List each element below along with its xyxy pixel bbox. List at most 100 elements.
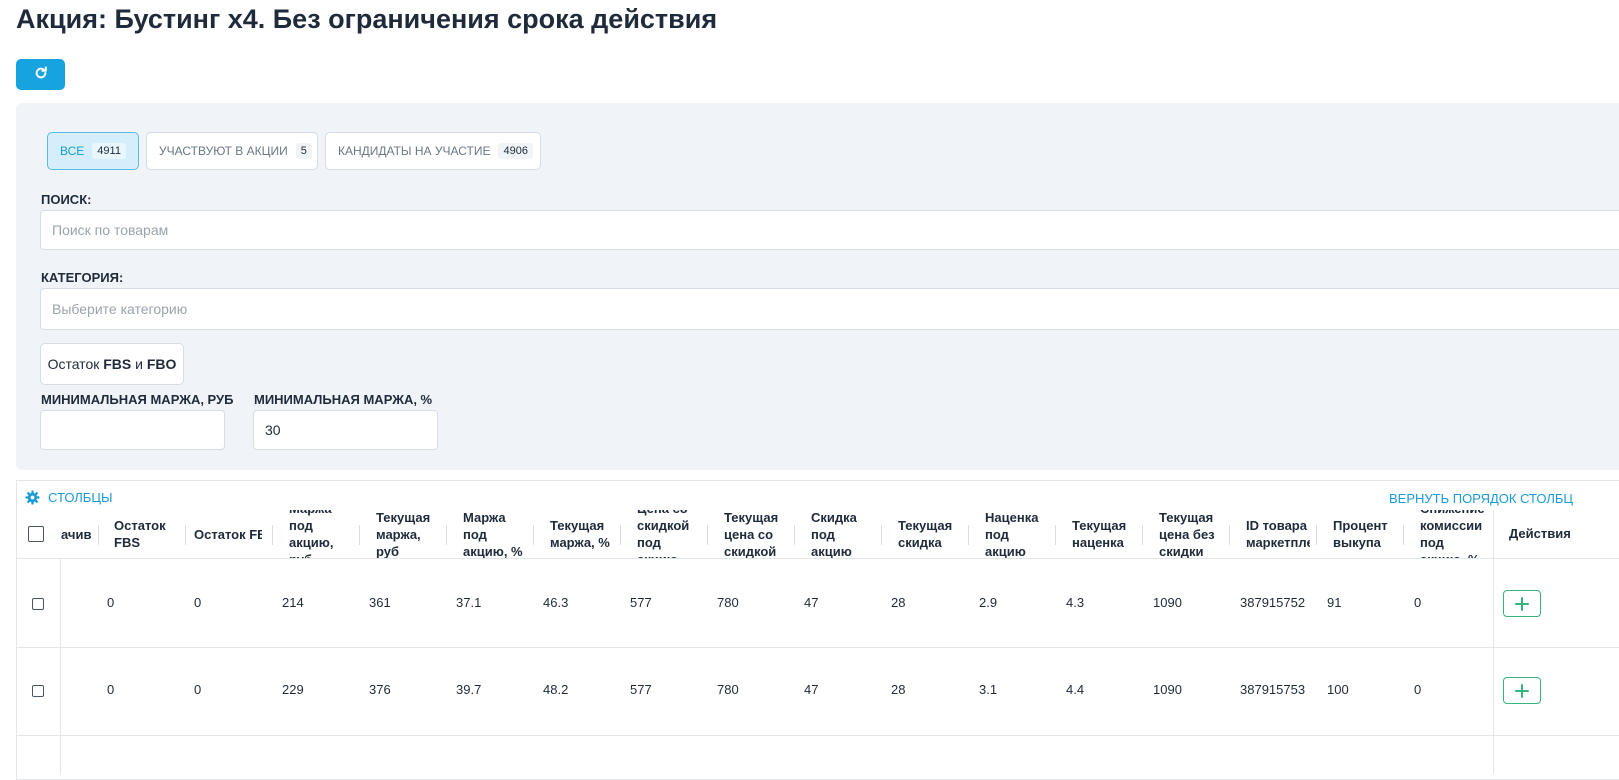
column-header[interactable]: Процент выкупа <box>1333 510 1397 558</box>
column-divider <box>272 525 273 545</box>
min-margin-pct-input[interactable]: 30 <box>253 410 438 450</box>
column-border <box>60 559 61 774</box>
column-header-label: ID товара маркетпле <box>1246 518 1310 550</box>
column-header[interactable]: Текущая маржа, % <box>550 510 614 558</box>
column-divider <box>98 525 99 545</box>
min-margin-rub-label: МИНИМАЛЬНАЯ МАРЖА, РУБ <box>41 392 234 407</box>
search-input[interactable]: Поиск по товарам <box>40 210 1619 250</box>
restore-column-order-link[interactable]: ВЕРНУТЬ ПОРЯДОК СТОЛБЦ <box>1389 491 1573 506</box>
column-header[interactable]: Скидка под акцию <box>811 510 875 558</box>
row-divider <box>17 647 1619 648</box>
table-cell: 28 <box>891 682 906 697</box>
column-header-label: Скидка под акцию <box>811 510 857 558</box>
tab-candidates[interactable]: КАНДИДАТЫ НА УЧАСТИЕ 4906 <box>325 132 541 170</box>
table-cell: 2.9 <box>979 595 998 610</box>
column-divider <box>1403 525 1404 545</box>
table-cell: 4.4 <box>1066 682 1085 697</box>
category-select[interactable]: Выберите категорию <box>40 288 1619 330</box>
column-header-label: Маржа под акцию, руб <box>289 510 334 558</box>
column-divider <box>707 525 708 545</box>
table-cell: 37.1 <box>456 595 482 610</box>
column-divider <box>881 525 882 545</box>
column-header[interactable]: Цена со скидкой под акцию <box>637 510 701 558</box>
plus-icon <box>1515 596 1529 611</box>
table-cell: 4.3 <box>1066 595 1085 610</box>
table-cell: 387915752 <box>1240 595 1306 610</box>
row-checkbox[interactable] <box>32 598 44 610</box>
stock-and: и <box>131 356 147 372</box>
table-cell: 1090 <box>1153 682 1182 697</box>
column-header-label: Цена со скидкой под акцию <box>637 510 690 558</box>
table-cell: 229 <box>282 682 304 697</box>
tab-label: УЧАСТВУЮТ В АКЦИИ <box>159 144 288 158</box>
row-divider <box>17 735 1619 736</box>
column-header[interactable]: Маржа под акцию, % <box>463 510 527 558</box>
column-header-label: Процент выкупа <box>1333 518 1388 550</box>
column-header[interactable]: Остаток FBS <box>114 510 178 558</box>
column-header-label: Текущая скидка <box>898 518 953 550</box>
column-header-label: Текущая цена без скидки <box>1159 510 1215 558</box>
table-cell: 387915753 <box>1240 682 1306 697</box>
row-checkbox[interactable] <box>32 685 44 697</box>
columns-settings-link[interactable]: СТОЛБЦЫ <box>25 490 112 505</box>
column-divider <box>968 525 969 545</box>
table-cell: 0 <box>194 595 202 610</box>
column-header[interactable]: Маржа под акцию, руб <box>289 510 353 558</box>
column-header-label: Текущая наценка <box>1072 518 1127 550</box>
column-header[interactable]: ачив <box>61 510 97 558</box>
tab-participating[interactable]: УЧАСТВУЮТ В АКЦИИ 5 <box>146 132 318 170</box>
table-cell: 577 <box>630 682 652 697</box>
min-margin-pct-label: МИНИМАЛЬНАЯ МАРЖА, % <box>254 392 433 407</box>
column-header[interactable]: Снижение комиссии под акцию, % <box>1420 510 1484 558</box>
table-cell: 0 <box>107 595 115 610</box>
column-divider <box>446 525 447 545</box>
column-divider <box>1229 525 1230 545</box>
column-header-label: Текущая маржа, % <box>550 518 610 550</box>
column-divider <box>1316 525 1317 545</box>
table-cell: 46.3 <box>543 595 569 610</box>
column-header[interactable]: Текущая цена без скидки <box>1159 510 1223 558</box>
add-to-promo-button[interactable] <box>1503 677 1541 704</box>
stock-fbs-fbo-button[interactable]: Остаток FBS и FBO <box>40 343 184 385</box>
refresh-button[interactable] <box>16 59 65 90</box>
row-divider <box>17 558 1619 559</box>
column-header-label: Остаток FBS <box>114 518 166 550</box>
table-cell: 0 <box>194 682 202 697</box>
table-cell: 1090 <box>1153 595 1182 610</box>
column-header[interactable]: Наценка под акцию <box>985 510 1049 558</box>
tab-all[interactable]: ВСЕ 4911 <box>47 132 139 170</box>
page-title: Акция: Бустинг x4. Без ограничения срока… <box>16 4 718 34</box>
column-header[interactable]: Текущая цена со скидкой <box>724 510 788 558</box>
column-header[interactable]: Текущая маржа, руб <box>376 510 440 558</box>
table-cell: 214 <box>282 595 304 610</box>
column-header[interactable]: ID товара маркетпле <box>1246 510 1310 558</box>
columns-link-label: СТОЛБЦЫ <box>48 490 113 505</box>
search-label: ПОИСК: <box>41 192 92 207</box>
column-header[interactable]: Остаток FB <box>194 510 262 558</box>
tab-count: 4911 <box>92 143 126 159</box>
column-header[interactable]: Текущая наценка <box>1072 510 1136 558</box>
column-divider <box>1142 525 1143 545</box>
column-divider <box>1055 525 1056 545</box>
table-cell: 39.7 <box>456 682 482 697</box>
add-to-promo-button[interactable] <box>1503 590 1541 617</box>
column-header[interactable]: Текущая скидка <box>898 510 962 558</box>
gear-icon <box>25 490 40 505</box>
actions-header: Действия <box>1509 526 1571 541</box>
stock-fbs: FBS <box>103 356 132 372</box>
tab-label: ВСЕ <box>60 144 85 158</box>
select-all-checkbox[interactable] <box>28 526 44 542</box>
column-header-label: ачив <box>61 526 92 542</box>
category-placeholder: Выберите категорию <box>52 301 188 317</box>
column-header-label: Текущая маржа, руб <box>376 510 431 558</box>
column-header-label: Остаток FB <box>194 526 262 542</box>
column-header-label: Наценка под акцию <box>985 510 1039 558</box>
column-divider <box>359 525 360 545</box>
column-divider <box>185 525 186 545</box>
column-header-label: Текущая цена со скидкой <box>724 510 779 558</box>
min-margin-rub-input[interactable] <box>40 410 225 450</box>
plus-icon <box>1515 683 1529 698</box>
table-cell: 0 <box>1414 595 1422 610</box>
tab-label: КАНДИДАТЫ НА УЧАСТИЕ <box>338 144 491 158</box>
table-cell: 28 <box>891 595 906 610</box>
